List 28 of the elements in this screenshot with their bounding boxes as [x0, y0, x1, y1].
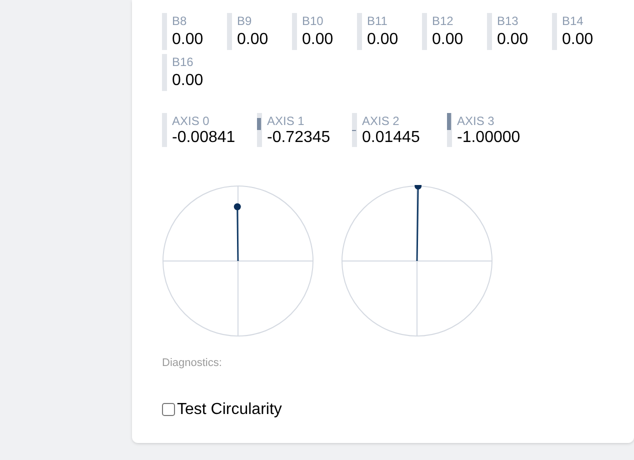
axis-value: 0.01445: [362, 129, 420, 147]
checkbox-label[interactable]: Test Circularity: [177, 398, 282, 422]
button-value: 0.00: [432, 30, 464, 50]
axis-value: -0.72345: [267, 129, 330, 147]
button-value: 0.00: [172, 71, 204, 91]
button-label: B8: [172, 13, 188, 29]
button-label: B13: [497, 13, 520, 29]
checkbox[interactable]: [162, 403, 175, 416]
button-value: 0.00: [497, 30, 528, 50]
axis-label: AXIS 1: [267, 113, 306, 129]
button-label: B16: [172, 54, 194, 70]
button-value: 0.00: [562, 30, 594, 50]
axis-label: AXIS 3: [457, 113, 496, 129]
button-value: 0.00: [302, 30, 334, 50]
axis-label: AXIS 0: [172, 113, 210, 129]
button-label: B10: [302, 13, 324, 29]
button-value: 0.00: [237, 30, 268, 50]
axis-label: AXIS 2: [362, 113, 400, 129]
button-value: 0.00: [367, 30, 398, 50]
button-value: 0.00: [172, 30, 204, 50]
button-label: B11: [367, 13, 388, 29]
axis-value: -0.00841: [172, 129, 236, 147]
diagnostics-label: Diagnostics:: [162, 356, 223, 371]
button-label: B12: [432, 13, 454, 29]
button-label: B14: [562, 13, 584, 29]
joystick-stick: [234, 203, 241, 261]
axis-value: -1.00000: [457, 129, 520, 147]
button-label: B9: [237, 13, 253, 29]
